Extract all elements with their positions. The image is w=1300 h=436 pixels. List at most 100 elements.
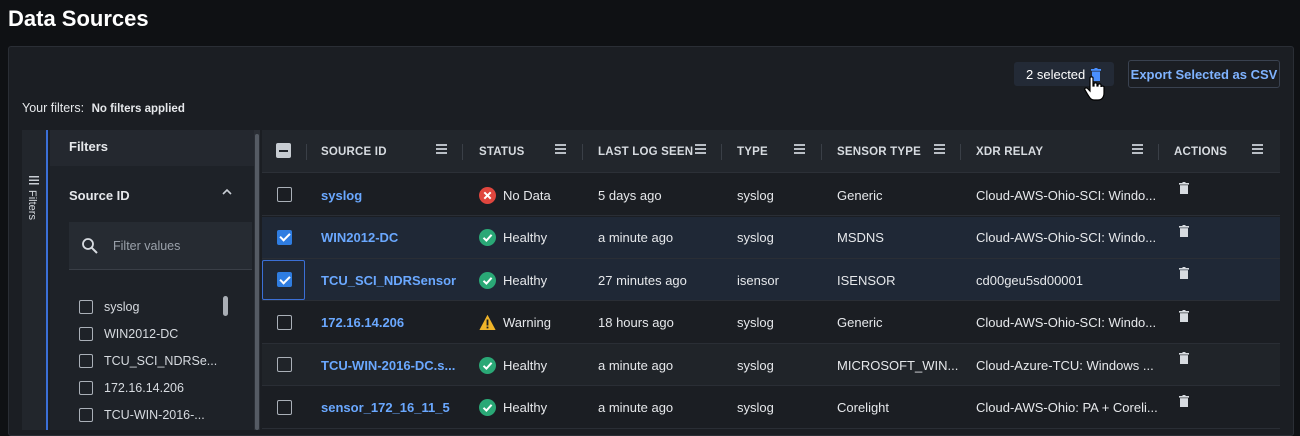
- filter-option-label: syslog: [104, 300, 140, 314]
- filter-values-input[interactable]: [113, 238, 233, 253]
- column-menu-icon[interactable]: [695, 144, 706, 154]
- row-checkbox[interactable]: [277, 272, 292, 287]
- column-menu-icon[interactable]: [794, 144, 805, 154]
- column-menu-icon[interactable]: [436, 144, 447, 154]
- column-header-actions[interactable]: ACTIONS: [1174, 130, 1227, 173]
- delete-icon[interactable]: [1179, 182, 1189, 194]
- table-row[interactable]: 172.16.14.206 Warning 18 hours ago syslog Ge…: [262, 301, 1280, 344]
- sensor-type-cell: MICROSOFT_WIN...: [837, 357, 959, 373]
- status-cell: Warning: [479, 302, 551, 344]
- row-checkbox[interactable]: [277, 399, 292, 415]
- last-log-seen-cell: 5 days ago: [598, 187, 662, 203]
- column-menu-icon[interactable]: [1252, 144, 1263, 154]
- xdr-relay-cell: Cloud-AWS-Ohio-SCI: Windo...: [976, 315, 1157, 330]
- table-row[interactable]: WIN2012-DC Healthy a minute ago syslog MSDNS…: [262, 216, 1280, 259]
- check-circle-icon: [479, 229, 496, 246]
- filter-option-checkbox[interactable]: [79, 408, 93, 422]
- filter-option[interactable]: 172.16.14.206: [79, 380, 184, 396]
- filters-summary-value: No filters applied: [91, 103, 185, 115]
- filter-options-scrollbar[interactable]: [223, 296, 228, 316]
- delete-icon[interactable]: [1179, 309, 1189, 322]
- chevron-up-icon[interactable]: [222, 188, 232, 195]
- filter-option[interactable]: WIN2012-DC: [79, 326, 178, 342]
- hand-cursor-icon: [1084, 76, 1105, 101]
- filter-option-checkbox[interactable]: [79, 327, 93, 341]
- table-row[interactable]: TCU-WIN-2016-DC.s... Healthy a minute ago s…: [262, 344, 1280, 386]
- filters-rail-label: Filters: [26, 190, 38, 220]
- select-all-checkbox[interactable]: [276, 143, 291, 158]
- delete-icon[interactable]: [1179, 224, 1189, 237]
- last-log-seen-cell: 18 hours ago: [598, 315, 674, 330]
- search-icon: [82, 237, 98, 254]
- column-header-source-id[interactable]: SOURCE ID: [321, 130, 387, 173]
- xdr-relay-cell: Cloud-AWS-Ohio-SCI: Windo...: [976, 187, 1157, 203]
- sensor-type-cell: ISENSOR: [837, 272, 896, 288]
- warning-icon: [479, 314, 496, 330]
- error-circle-icon: [479, 186, 496, 204]
- filter-pane-scrollbar[interactable]: [254, 130, 260, 430]
- source-id-link[interactable]: sensor_172_16_11_5: [321, 387, 450, 429]
- filters-rail-toggle[interactable]: Filters: [22, 130, 48, 430]
- column-header-status[interactable]: STATUS: [479, 130, 525, 173]
- source-id-link[interactable]: TCU_SCI_NDRSensor: [321, 259, 456, 301]
- table-row[interactable]: sensor_172_16_11_5 Healthy a minute ago sys…: [262, 386, 1280, 429]
- filter-option[interactable]: syslog: [79, 299, 139, 315]
- menu-icon: [29, 176, 39, 185]
- filter-option-checkbox[interactable]: [79, 300, 93, 314]
- type-cell: syslog: [737, 230, 774, 245]
- sensor-type-cell: Generic: [837, 315, 883, 330]
- row-checkbox[interactable]: [277, 314, 292, 330]
- source-id-link[interactable]: TCU-WIN-2016-DC.s...: [321, 344, 455, 386]
- filter-option-checkbox[interactable]: [79, 354, 93, 368]
- table-row[interactable]: TCU_SCI_NDRSensor Healthy 27 minutes ago is…: [262, 259, 1280, 301]
- row-checkbox[interactable]: [277, 357, 292, 372]
- type-cell: syslog: [737, 400, 774, 415]
- filter-option[interactable]: TCU_SCI_NDRSe...: [79, 353, 217, 369]
- column-header-sensor-type[interactable]: SENSOR TYPE: [837, 130, 921, 173]
- filter-option-label: TCU_SCI_NDRSe...: [104, 354, 218, 368]
- status-cell: No Data: [479, 174, 551, 216]
- source-id-link[interactable]: syslog: [321, 174, 362, 216]
- type-cell: isensor: [737, 272, 779, 288]
- xdr-relay-cell: Cloud-AWS-Ohio-SCI: Windo...: [976, 230, 1157, 245]
- data-sources-table: SOURCE ID STATUS LAST LOG SEEN TYPE SENS…: [262, 130, 1280, 430]
- xdr-relay-cell: cd00geu5sd00001: [976, 272, 1083, 288]
- status-cell: Healthy: [479, 387, 547, 429]
- filter-option-checkbox[interactable]: [79, 381, 93, 395]
- type-cell: syslog: [737, 315, 774, 330]
- export-csv-button[interactable]: Export Selected as CSV: [1128, 60, 1280, 88]
- status-cell: Healthy: [479, 259, 547, 301]
- delete-icon[interactable]: [1179, 267, 1189, 279]
- filter-search-box[interactable]: [69, 222, 252, 270]
- source-id-link[interactable]: WIN2012-DC: [321, 217, 398, 259]
- type-cell: syslog: [737, 187, 774, 203]
- scrollbar-thumb[interactable]: [255, 134, 259, 430]
- filters-summary-label: Your filters:: [22, 101, 85, 115]
- column-menu-icon[interactable]: [934, 144, 945, 154]
- filter-pane-header: Filters: [50, 130, 254, 166]
- row-checkbox[interactable]: [277, 229, 292, 245]
- delete-icon[interactable]: [1179, 352, 1189, 364]
- filters-summary: Your filters: No filters applied: [22, 101, 185, 115]
- table-header: SOURCE ID STATUS LAST LOG SEEN TYPE SENS…: [262, 130, 1280, 173]
- status-label: Warning: [503, 315, 551, 330]
- status-label: Healthy: [503, 230, 548, 245]
- delete-icon[interactable]: [1179, 394, 1189, 407]
- filter-option-label: WIN2012-DC: [104, 327, 179, 341]
- last-log-seen-cell: 27 minutes ago: [598, 272, 687, 288]
- xdr-relay-cell: Cloud-Azure-TCU: Windows ...: [976, 357, 1154, 373]
- filter-group-source-id[interactable]: Source ID: [69, 188, 130, 203]
- status-label: Healthy: [503, 357, 548, 373]
- filter-option-label: TCU-WIN-2016-...: [104, 408, 205, 422]
- column-header-xdr-relay[interactable]: XDR RELAY: [976, 130, 1043, 173]
- column-header-type[interactable]: TYPE: [737, 130, 768, 173]
- table-row[interactable]: syslog No Data 5 days ago syslog Generic Clou…: [262, 174, 1280, 216]
- column-header-last-log-seen[interactable]: LAST LOG SEEN: [598, 130, 693, 173]
- column-menu-icon[interactable]: [555, 144, 566, 154]
- source-id-link[interactable]: 172.16.14.206: [321, 302, 404, 344]
- filter-option[interactable]: TCU-WIN-2016-...: [79, 407, 205, 423]
- sensor-type-cell: MSDNS: [837, 230, 884, 245]
- row-checkbox[interactable]: [277, 187, 292, 202]
- check-circle-icon: [479, 271, 496, 289]
- column-menu-icon[interactable]: [1132, 144, 1143, 154]
